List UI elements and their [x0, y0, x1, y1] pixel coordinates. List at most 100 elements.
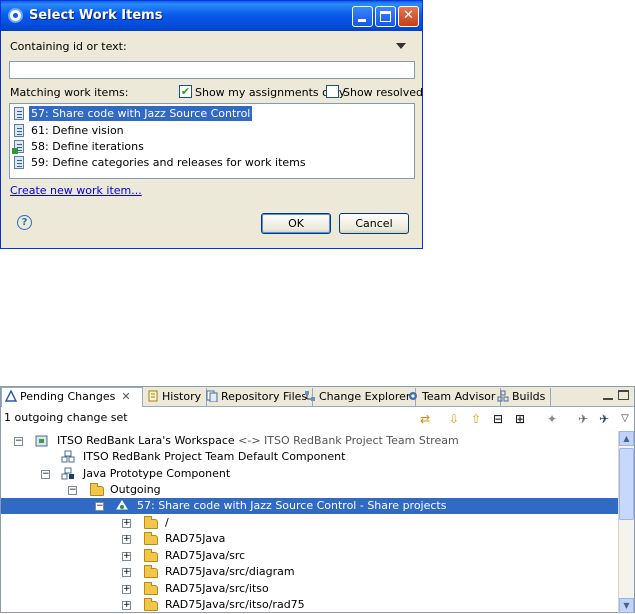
status-text: 1 outgoing change set	[4, 411, 128, 424]
minimize-button[interactable]	[352, 6, 373, 27]
scroll-thumb[interactable]	[619, 448, 634, 520]
tab-history[interactable]: History	[144, 388, 208, 407]
select-work-items-dialog: Select Work Items ✕ Containing id or tex…	[0, 0, 423, 249]
folder-label: RAD75Java/src	[165, 549, 246, 562]
deliver-icon[interactable]: ✈	[576, 412, 590, 426]
maximize-icon	[380, 11, 391, 22]
tab-label: Repository Files	[221, 390, 308, 403]
tree-row-folder[interactable]: + /	[1, 515, 618, 531]
collapse-all-icon[interactable]: ⊟	[491, 412, 505, 426]
show-resolved-label: Show resolved	[343, 86, 424, 99]
triangle-delta-icon	[5, 390, 17, 402]
close-tab-icon[interactable]: ✕	[121, 388, 130, 406]
folder-label: RAD75Java/src/itso/rad75	[165, 598, 305, 611]
files-icon	[206, 390, 218, 402]
tab-change-explorer[interactable]: Change Explorer	[301, 388, 417, 407]
component-outgoing-icon	[61, 467, 74, 480]
workspace-label: ITSO RedBank Lara's Workspace	[57, 434, 235, 447]
gear-icon	[409, 392, 417, 400]
collapse-toggle[interactable]: −	[41, 470, 50, 479]
tab-repository-files[interactable]: Repository Files	[203, 388, 314, 407]
tree-row-outgoing[interactable]: − Outgoing	[1, 482, 618, 498]
folder-icon	[144, 532, 158, 545]
work-item-icon	[14, 124, 24, 137]
work-items-list[interactable]: 57: Share code with Jazz Source Control …	[9, 103, 415, 179]
tree-row-folder[interactable]: + RAD75Java/src/diagram	[1, 564, 618, 580]
help-icon[interactable]: ?	[17, 215, 32, 230]
default-component-label: ITSO RedBank Project Team Default Compon…	[83, 450, 346, 463]
tree-row-change-set[interactable]: − 57: Share code with Jazz Source Contro…	[1, 498, 618, 514]
tree-row-folder[interactable]: + RAD75Java/src/itso/rad75	[1, 597, 618, 613]
changes-tree[interactable]: − ITSO RedBank Lara's Workspace <-> ITSO…	[1, 431, 618, 614]
history-icon	[148, 390, 158, 402]
tree-row-folder[interactable]: + RAD75Java	[1, 531, 618, 547]
work-item-icon	[14, 107, 24, 120]
outgoing-label: Outgoing	[110, 483, 161, 496]
expand-toggle[interactable]: +	[122, 601, 131, 610]
expand-toggle[interactable]: +	[122, 535, 131, 544]
dialog-title: Select Work Items	[29, 8, 163, 23]
work-item-label: 59: Define categories and releases for w…	[31, 156, 306, 169]
tab-pending-changes[interactable]: Pending Changes ✕	[1, 387, 143, 407]
expand-toggle[interactable]: +	[122, 519, 131, 528]
suspend-icon[interactable]: ✈	[597, 412, 611, 426]
folder-icon	[144, 549, 158, 562]
minimize-view-icon[interactable]	[603, 390, 613, 400]
maximize-button[interactable]	[375, 6, 396, 27]
tab-builds[interactable]: Builds	[494, 388, 552, 407]
previous-icon[interactable]: ⇧	[469, 412, 483, 426]
tree-row-workspace[interactable]: − ITSO RedBank Lara's Workspace <-> ITSO…	[1, 433, 618, 449]
cancel-button[interactable]: Cancel	[339, 213, 409, 234]
refresh-icon[interactable]: ⇄	[418, 412, 432, 426]
tab-label: Team Advisor	[422, 390, 496, 403]
ok-button[interactable]: OK	[261, 213, 331, 234]
folder-icon	[144, 516, 158, 529]
tree-row-folder[interactable]: + RAD75Java/src/itso	[1, 581, 618, 597]
work-item-label: 57: Share code with Jazz Source Control	[29, 106, 253, 121]
tree-row-default-component[interactable]: ITSO RedBank Project Team Default Compon…	[1, 449, 618, 465]
folder-icon	[144, 582, 158, 595]
tab-label: Change Explorer	[319, 390, 411, 403]
history-dropdown-icon[interactable]	[396, 43, 406, 49]
work-item-icon	[14, 156, 24, 169]
collapse-toggle[interactable]: −	[95, 502, 104, 511]
tree-row-component[interactable]: − Java Prototype Component	[1, 466, 618, 482]
jazz-app-icon	[8, 8, 23, 23]
expand-all-icon[interactable]: ⊞	[513, 412, 527, 426]
show-my-assignments-label: Show my assignments only	[195, 86, 346, 99]
expand-toggle[interactable]: +	[122, 585, 131, 594]
component-icon	[61, 450, 75, 463]
close-icon: ✕	[403, 8, 414, 23]
change-explorer-icon	[305, 391, 315, 401]
folder-label: /	[165, 516, 169, 529]
folder-label: RAD75Java	[165, 532, 226, 545]
close-button[interactable]: ✕	[398, 6, 419, 27]
accept-icon[interactable]: ✦	[545, 412, 559, 426]
expand-toggle[interactable]: +	[122, 552, 131, 561]
dialog-titlebar[interactable]: Select Work Items ✕	[1, 1, 422, 31]
workspace-flow-target: <-> ITSO RedBank Project Team Stream	[238, 434, 459, 447]
maximize-view-icon[interactable]	[618, 390, 629, 400]
scroll-up-icon[interactable]: ▲	[619, 431, 634, 446]
tab-label: Pending Changes	[20, 390, 116, 403]
pending-changes-view: Pending Changes ✕ History Repository File…	[0, 386, 635, 614]
vertical-scrollbar[interactable]: ▲ ▼	[618, 431, 634, 614]
show-my-assignments-checkbox[interactable]: ✔	[179, 85, 192, 98]
create-work-item-link[interactable]: Create new work item...	[10, 184, 142, 197]
collapse-toggle[interactable]: −	[68, 486, 77, 495]
collapse-toggle[interactable]: −	[14, 437, 23, 446]
component-label: Java Prototype Component	[83, 467, 231, 480]
change-set-label: 57: Share code with Jazz Source Control …	[137, 499, 447, 512]
minimize-icon	[358, 19, 366, 22]
show-resolved-checkbox[interactable]	[326, 85, 339, 98]
expand-toggle[interactable]: +	[122, 568, 131, 577]
tab-team-advisor[interactable]: Team Advisor	[404, 388, 502, 407]
view-toolbar: 1 outgoing change set ⇄ ⇩ ⇧ ⊟ ⊞ ✦ ✈ ✈ ▽	[1, 408, 634, 430]
search-input[interactable]	[9, 61, 415, 79]
tree-row-folder[interactable]: + RAD75Java/src	[1, 548, 618, 564]
view-menu-icon[interactable]: ▽	[618, 412, 632, 426]
work-item-icon	[12, 140, 24, 154]
scroll-down-icon[interactable]: ▼	[619, 598, 634, 613]
next-icon[interactable]: ⇩	[447, 412, 461, 426]
workspace-icon	[35, 435, 48, 447]
